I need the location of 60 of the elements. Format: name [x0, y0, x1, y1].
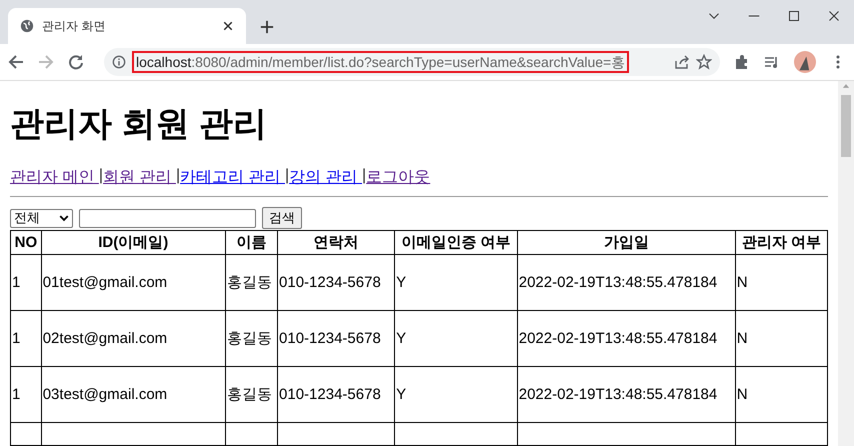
column-header: 연락처 — [278, 230, 395, 254]
star-icon[interactable] — [696, 54, 712, 70]
search-type-select[interactable]: 전체 — [10, 208, 73, 228]
search-button[interactable]: 검색 — [262, 207, 302, 229]
reload-icon[interactable] — [68, 54, 84, 70]
search-field[interactable] — [79, 208, 256, 228]
table-cell: 1 — [10, 254, 42, 310]
table-cell: 01test@gmail.com — [41, 254, 226, 310]
nav-separator: | — [362, 167, 366, 186]
puzzle-icon[interactable] — [734, 54, 750, 70]
table-cell: 1 — [10, 310, 42, 366]
plus-icon[interactable] — [260, 20, 274, 34]
nav-separator: | — [284, 167, 290, 186]
column-header: NO — [10, 230, 42, 254]
nav-link[interactable]: 카테고리 관리 — [180, 167, 285, 188]
table-cell: 03test@gmail.com — [41, 366, 226, 422]
column-header: 이메일인증 여부 — [394, 230, 518, 254]
column-header: 이름 — [225, 230, 278, 254]
close-icon[interactable] — [222, 20, 234, 32]
table-cell: 1 — [10, 366, 42, 422]
table-cell: 02test@gmail.com — [41, 310, 226, 366]
browser-tab[interactable]: 관리자 화면 — [8, 8, 246, 44]
column-header: 가입일 — [517, 230, 736, 254]
maximize-icon[interactable] — [788, 10, 800, 22]
nav-link[interactable]: 강의 관리 — [289, 167, 362, 188]
share-icon[interactable] — [674, 54, 690, 70]
address-bar[interactable]: localhost:8080/admin/member/list.do?searchType=userName&searchValue=홍 — [104, 48, 720, 76]
table-cell: Y — [394, 366, 518, 422]
table-cell: 2022-02-19T13:48:55.478184 — [517, 254, 736, 310]
back-arrow-icon[interactable] — [8, 54, 24, 70]
tab-title: 관리자 화면 — [42, 18, 106, 34]
table-cell: 홍길동 — [225, 366, 278, 422]
table-cell: 홍길동 — [225, 254, 278, 310]
table-cell: Y — [394, 254, 518, 310]
globe-icon — [20, 19, 34, 33]
table-cell: 010-1234-5678 — [278, 254, 395, 310]
column-header: ID(이메일) — [41, 230, 226, 254]
page-title: 관리자 회원 관리 — [10, 104, 268, 145]
table-cell: N — [735, 254, 828, 310]
info-icon[interactable] — [112, 55, 126, 69]
scrollbar-thumb[interactable] — [841, 95, 851, 157]
nav-link[interactable]: 관리자 메인 — [10, 167, 99, 188]
table-cell: 010-1234-5678 — [278, 310, 395, 366]
playlist-icon[interactable] — [764, 54, 780, 70]
table-cell: 홍길동 — [225, 310, 278, 366]
close-icon[interactable] — [828, 10, 840, 22]
chevron-down-icon — [59, 213, 69, 223]
table-cell: N — [735, 366, 828, 422]
nav-link[interactable]: 로그아웃 — [366, 167, 430, 188]
nav-link[interactable]: 회원 관리 — [103, 167, 176, 188]
url-text[interactable]: localhost:8080/admin/member/list.do?searchType=userName&searchValue=홍 — [132, 51, 630, 73]
table-cell: N — [735, 310, 828, 366]
nav-separator: | — [98, 167, 104, 186]
table-cell: 2022-02-19T13:48:55.478184 — [517, 310, 736, 366]
table-cell: Y — [394, 310, 518, 366]
table-cell: 010-1234-5678 — [278, 366, 395, 422]
nav-separator: | — [176, 167, 180, 186]
avatar-icon[interactable] — [794, 51, 816, 73]
table-cell: 2022-02-19T13:48:55.478184 — [517, 366, 736, 422]
column-header: 관리자 여부 — [735, 230, 828, 254]
